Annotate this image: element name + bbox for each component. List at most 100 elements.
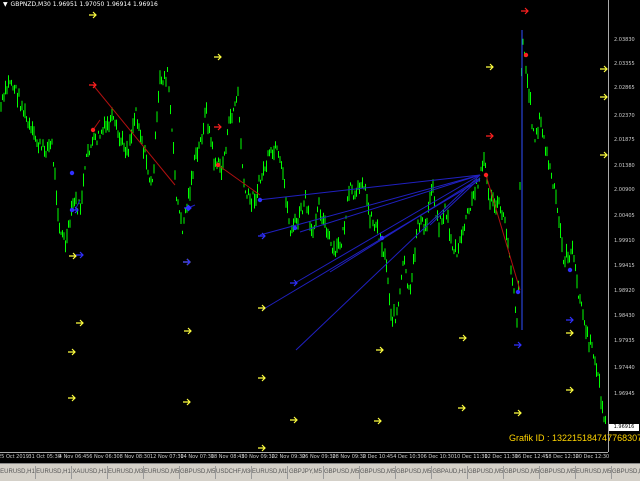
time-tick-label: 12 Nov 07:30: [150, 454, 184, 460]
signal-arrow-yellow: [258, 444, 266, 452]
time-tick-label: 22 Nov 09:30: [271, 454, 306, 460]
trade-marker: [483, 172, 489, 178]
symbol-tab[interactable]: GBPUSD,M5: [612, 466, 640, 479]
time-tick-label: 26 Nov 09:30: [302, 454, 336, 460]
trade-marker: [215, 162, 221, 168]
trade-marker: [69, 207, 75, 213]
symbol-tab[interactable]: EURUSD,H1: [36, 466, 72, 479]
signal-arrow-yellow: [258, 374, 266, 382]
price-tick-label: 2.03355: [614, 61, 635, 67]
time-tick-label: 6 Nov 06:30: [89, 454, 120, 460]
trade-marker: [257, 197, 263, 203]
trade-marker: [292, 225, 298, 231]
signal-arrow-yellow: [69, 252, 77, 260]
chart-header: ▼ GBPNZD,M30 1.96951 1.97050 1.96914 1.9…: [3, 1, 158, 8]
signal-arrow-red: [521, 7, 529, 15]
signal-arrow-yellow: [68, 394, 76, 402]
time-tick-label: 18 Nov 08:45: [210, 454, 245, 460]
signal-arrow-yellow: [290, 416, 298, 424]
header-dropdown-icon[interactable]: ▼: [3, 1, 8, 8]
symbol-tab[interactable]: EURUSD,M5: [576, 466, 612, 479]
signal-arrow-yellow: [183, 398, 191, 406]
symbol-tab[interactable]: EURUSD,M30: [108, 466, 144, 479]
symbol-tab[interactable]: EURUSD,M15: [252, 466, 288, 479]
signal-arrow-yellow: [214, 53, 222, 61]
grafik-id-label: Grafik ID : 132215184747768307: [509, 433, 640, 443]
symbol-tab[interactable]: GBPUSD,M5: [540, 466, 576, 479]
chart-symbol: GBPNZD,M30: [10, 1, 51, 8]
price-tick-label: 1.97440: [614, 365, 635, 371]
time-tick-label: 31 Oct 05:30: [28, 454, 61, 460]
signal-arrow-blue: [514, 341, 522, 349]
trade-marker: [185, 205, 191, 211]
price-tick-label: 1.98920: [614, 288, 635, 294]
price-tick-label: 2.00405: [614, 213, 635, 219]
price-chart[interactable]: [0, 0, 608, 452]
signal-arrow-yellow: [459, 334, 467, 342]
signal-arrow-yellow: [89, 11, 97, 19]
trade-marker: [515, 289, 521, 295]
trade-marker: [379, 235, 385, 241]
signal-arrow-yellow: [374, 417, 382, 425]
signal-arrow-yellow: [258, 304, 266, 312]
symbol-tab-bar: EURUSD,H1 EURUSD,H1 XAUUSD,H1 EURUSD,M30 EUR…: [0, 463, 640, 481]
symbol-tab[interactable]: GBPUSD,M5: [468, 466, 504, 479]
time-tick-label: 25 Oct 2019: [0, 454, 29, 460]
chart-area[interactable]: [0, 0, 640, 480]
signal-arrow-yellow: [600, 65, 608, 73]
time-tick-label: 8 Nov 08:30: [119, 454, 151, 460]
sell-trade-line: [92, 84, 176, 186]
trade-marker: [69, 170, 75, 176]
signal-arrow-red: [486, 132, 494, 140]
signal-arrow-blue: [290, 279, 298, 287]
current-price-label: 1.96916: [609, 424, 639, 431]
signal-arrow-yellow: [600, 93, 608, 101]
signal-arrow-yellow: [600, 151, 608, 159]
signal-arrow-yellow: [514, 409, 522, 417]
signal-arrow-blue: [566, 316, 574, 324]
signal-arrow-yellow: [458, 404, 466, 412]
price-tick-label: 2.02865: [614, 85, 635, 91]
symbol-tab[interactable]: GBPUSD,M5: [360, 466, 396, 479]
symbol-tab[interactable]: GBPJPY,M5: [288, 466, 324, 479]
price-tick-label: 2.01875: [614, 137, 635, 143]
buy-trade-line: [294, 174, 481, 284]
time-tick-label: 28 Nov 09:30: [332, 454, 367, 460]
time-tick-label: 20 Dec 12:30: [575, 454, 610, 460]
signal-arrow-yellow: [76, 319, 84, 327]
signal-arrow-blue: [76, 251, 84, 259]
trade-marker: [523, 52, 529, 58]
time-tick-label: 12 Dec 11:30: [484, 454, 519, 460]
signal-arrow-yellow: [566, 329, 574, 337]
symbol-tab[interactable]: GBPUSD,M5: [324, 466, 360, 479]
symbol-tab[interactable]: EURUSD,H1: [0, 466, 36, 479]
signal-arrow-red: [214, 123, 222, 131]
chart-ohlc: 1.96951 1.97050 1.96914 1.96916: [52, 1, 158, 8]
price-tick-label: 1.97935: [614, 338, 635, 344]
price-tick-label: 2.02370: [614, 113, 635, 119]
signal-arrow-yellow: [376, 346, 384, 354]
buy-trade-line: [257, 174, 481, 201]
time-tick-label: 10 Dec 11:30: [454, 454, 488, 460]
symbol-tab[interactable]: EURUSD,M5: [144, 466, 180, 479]
symbol-tab[interactable]: GBPAUD,H1: [432, 466, 468, 479]
signal-arrow-yellow: [184, 327, 192, 335]
symbol-tab[interactable]: GBPUSD,M5: [180, 466, 216, 479]
time-tick-label: 4 Dec 10:30: [393, 454, 424, 460]
buy-trade-line: [295, 174, 481, 351]
price-tick-label: 2.01380: [614, 163, 635, 169]
sell-trade-line: [217, 164, 261, 196]
signal-arrow-blue: [183, 258, 191, 266]
symbol-tab[interactable]: XAUUSD,H1: [72, 466, 108, 479]
time-tick-label: 16 Dec 12:45: [514, 454, 549, 460]
time-tick-label: 4 Nov 06:45: [58, 454, 90, 460]
price-tick-label: 2.00900: [614, 187, 635, 193]
symbol-tab[interactable]: GBPUSD,M5: [504, 466, 540, 479]
symbol-tab[interactable]: USDCHF,M30: [216, 466, 252, 479]
price-axis[interactable]: [608, 0, 640, 452]
trade-marker: [567, 267, 573, 273]
symbol-tab[interactable]: GBPUSD,M5: [396, 466, 432, 479]
signal-arrow-yellow: [566, 386, 574, 394]
price-tick-label: 1.99910: [614, 238, 635, 244]
price-tick-label: 1.96945: [614, 391, 635, 397]
